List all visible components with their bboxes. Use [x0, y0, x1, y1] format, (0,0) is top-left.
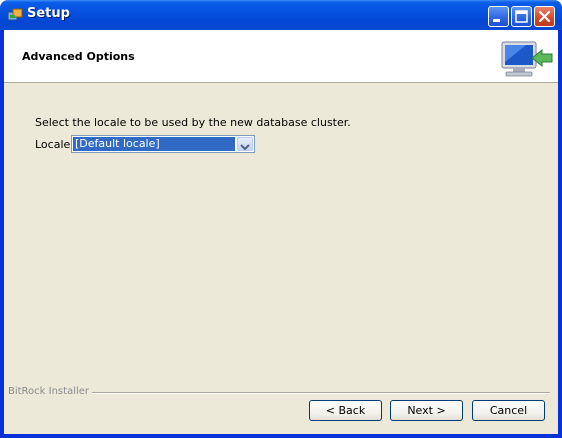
minimize-icon	[493, 19, 500, 22]
maximize-icon	[515, 10, 528, 23]
locale-selected-value: [Default locale]	[73, 137, 235, 151]
locale-dropdown-button[interactable]	[237, 137, 253, 151]
window-title: Setup	[27, 6, 70, 21]
close-button[interactable]	[534, 6, 555, 27]
dialog-body: Advanced Options Select the locale to be…	[4, 30, 558, 434]
locale-prompt: Select the locale to be used by the new …	[35, 116, 351, 129]
footer-divider	[88, 392, 550, 394]
title-bar[interactable]: Setup	[0, 0, 562, 30]
maximize-button[interactable]	[511, 6, 532, 27]
installer-brand: BitRock Installer	[8, 386, 93, 397]
chevron-down-icon	[240, 144, 250, 151]
page-header: Advanced Options	[4, 30, 558, 83]
setup-app-icon	[7, 8, 23, 21]
cancel-button[interactable]: Cancel	[472, 400, 545, 421]
locale-dropdown[interactable]: [Default locale]	[71, 135, 255, 153]
minimize-button[interactable]	[488, 6, 509, 27]
setup-window: Setup Advanced Options Select the locale…	[0, 0, 562, 438]
page-title: Advanced Options	[22, 50, 135, 63]
next-button[interactable]: Next >	[390, 400, 463, 421]
close-icon	[538, 10, 551, 23]
locale-label: Locale	[35, 138, 71, 151]
computer-arrow-icon	[501, 41, 553, 77]
back-button[interactable]: < Back	[309, 400, 382, 421]
